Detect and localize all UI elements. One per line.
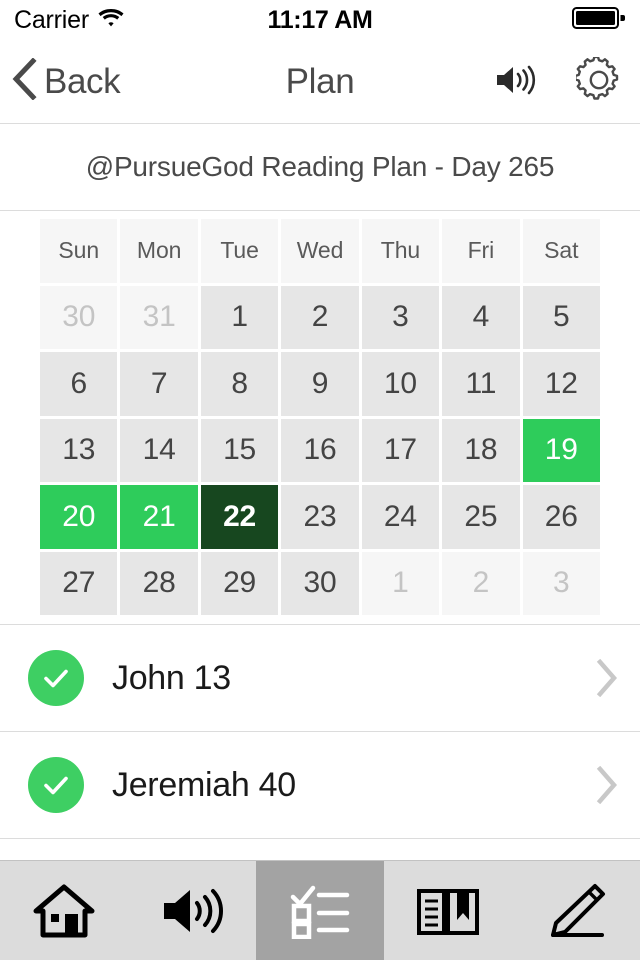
- status-bar: Carrier 11:17 AM: [0, 0, 640, 40]
- calendar-weekday-sat: Sat: [522, 219, 600, 283]
- calendar-day-cell[interactable]: 1: [361, 551, 440, 615]
- chevron-right-icon: [596, 766, 618, 804]
- calendar-day-cell[interactable]: 16: [281, 418, 359, 482]
- home-icon: [33, 883, 95, 939]
- calendar-day-cell[interactable]: 27: [40, 551, 118, 615]
- chevron-left-icon: [10, 57, 38, 105]
- calendar-day-cell[interactable]: 12: [522, 352, 600, 416]
- calendar-container: Sun Mon Tue Wed Thu Fri Sat 30 31 1 2 3 4 5 6 7 8 9 10 11 12…: [0, 211, 640, 625]
- calendar-day-cell[interactable]: 15: [200, 418, 279, 482]
- calendar-day-cell[interactable]: 28: [120, 551, 198, 615]
- back-button-label: Back: [44, 61, 121, 101]
- calendar-weekday-mon: Mon: [120, 219, 198, 283]
- tab-notes[interactable]: [512, 861, 640, 960]
- book-bookmark-icon: [415, 884, 481, 938]
- calendar-day-cell[interactable]: 9: [281, 352, 359, 416]
- carrier-label: Carrier: [14, 5, 89, 34]
- checklist-icon: [290, 883, 350, 939]
- calendar-day-cell[interactable]: 3: [361, 285, 440, 349]
- tab-plan[interactable]: [256, 861, 384, 960]
- reading-list-item[interactable]: Jeremiah 40: [0, 732, 640, 839]
- settings-button[interactable]: [574, 55, 622, 106]
- tab-audio[interactable]: [128, 861, 256, 960]
- reading-list: John 13 Jeremiah 40: [0, 625, 640, 860]
- reading-list-item-label: John 13: [112, 658, 231, 697]
- calendar-weekday-tue: Tue: [200, 219, 279, 283]
- calendar-day-cell[interactable]: 24: [361, 485, 440, 549]
- nav-actions: [494, 55, 622, 106]
- calendar-weekday-fri: Fri: [442, 219, 520, 283]
- calendar-day-cell[interactable]: 14: [120, 418, 198, 482]
- calendar-day-cell[interactable]: 25: [442, 485, 520, 549]
- calendar-day-cell[interactable]: 1: [200, 285, 279, 349]
- navigation-bar: Back Plan: [0, 40, 640, 124]
- reading-list-item[interactable]: John 13: [0, 625, 640, 732]
- pencil-icon: [545, 883, 607, 939]
- plan-title: @PursueGod Reading Plan - Day 265: [85, 151, 555, 182]
- calendar-day-cell[interactable]: 22: [200, 485, 279, 549]
- calendar-day-cell[interactable]: 20: [40, 485, 118, 549]
- calendar-day-cell[interactable]: 4: [442, 285, 520, 349]
- calendar-day-cell[interactable]: 31: [120, 285, 198, 349]
- calendar-grid: Sun Mon Tue Wed Thu Fri Sat 30 31 1 2 3 4 5 6 7 8 9 10 11 12…: [40, 219, 600, 615]
- speaker-volume-icon: [494, 63, 540, 100]
- chevron-right-icon: [596, 659, 618, 697]
- app-screen: Carrier 11:17 AM Back Plan @PursueGod Re…: [0, 0, 640, 960]
- calendar-day-cell[interactable]: 2: [281, 285, 359, 349]
- battery-full-icon: [572, 6, 626, 35]
- reading-list-item-label: Jeremiah 40: [112, 765, 296, 804]
- back-button[interactable]: Back: [10, 57, 121, 105]
- status-bar-left: Carrier: [14, 6, 124, 35]
- audio-button[interactable]: [494, 63, 540, 100]
- calendar-day-cell[interactable]: 23: [281, 485, 359, 549]
- calendar-weekday-thu: Thu: [361, 219, 440, 283]
- wifi-icon: [98, 8, 124, 33]
- calendar-day-cell[interactable]: 8: [200, 352, 279, 416]
- tab-home[interactable]: [0, 861, 128, 960]
- calendar-day-cell[interactable]: 11: [442, 352, 520, 416]
- calendar-day-cell[interactable]: 5: [522, 285, 600, 349]
- check-circle-icon[interactable]: [28, 757, 84, 813]
- calendar-weekday-sun: Sun: [40, 219, 118, 283]
- calendar-day-cell[interactable]: 29: [200, 551, 279, 615]
- status-bar-right: [572, 6, 626, 35]
- calendar-day-cell[interactable]: 13: [40, 418, 118, 482]
- gear-icon: [574, 55, 622, 106]
- tab-read[interactable]: [384, 861, 512, 960]
- calendar-day-cell[interactable]: 3: [522, 551, 600, 615]
- calendar-day-cell[interactable]: 2: [442, 551, 520, 615]
- calendar-day-cell[interactable]: 30: [281, 551, 359, 615]
- calendar-weekday-wed: Wed: [281, 219, 359, 283]
- check-circle-icon[interactable]: [28, 650, 84, 706]
- calendar-day-cell[interactable]: 7: [120, 352, 198, 416]
- tab-bar: [0, 860, 640, 960]
- calendar-day-cell[interactable]: 10: [361, 352, 440, 416]
- calendar-day-cell[interactable]: 19: [522, 418, 600, 482]
- calendar-day-cell[interactable]: 21: [120, 485, 198, 549]
- calendar-day-cell[interactable]: 18: [442, 418, 520, 482]
- calendar-day-cell[interactable]: 6: [40, 352, 118, 416]
- speaker-volume-icon: [160, 884, 224, 938]
- calendar-day-cell[interactable]: 17: [361, 418, 440, 482]
- calendar-day-cell[interactable]: 26: [522, 485, 600, 549]
- calendar-day-cell[interactable]: 30: [40, 285, 118, 349]
- plan-header: @PursueGod Reading Plan - Day 265: [0, 124, 640, 211]
